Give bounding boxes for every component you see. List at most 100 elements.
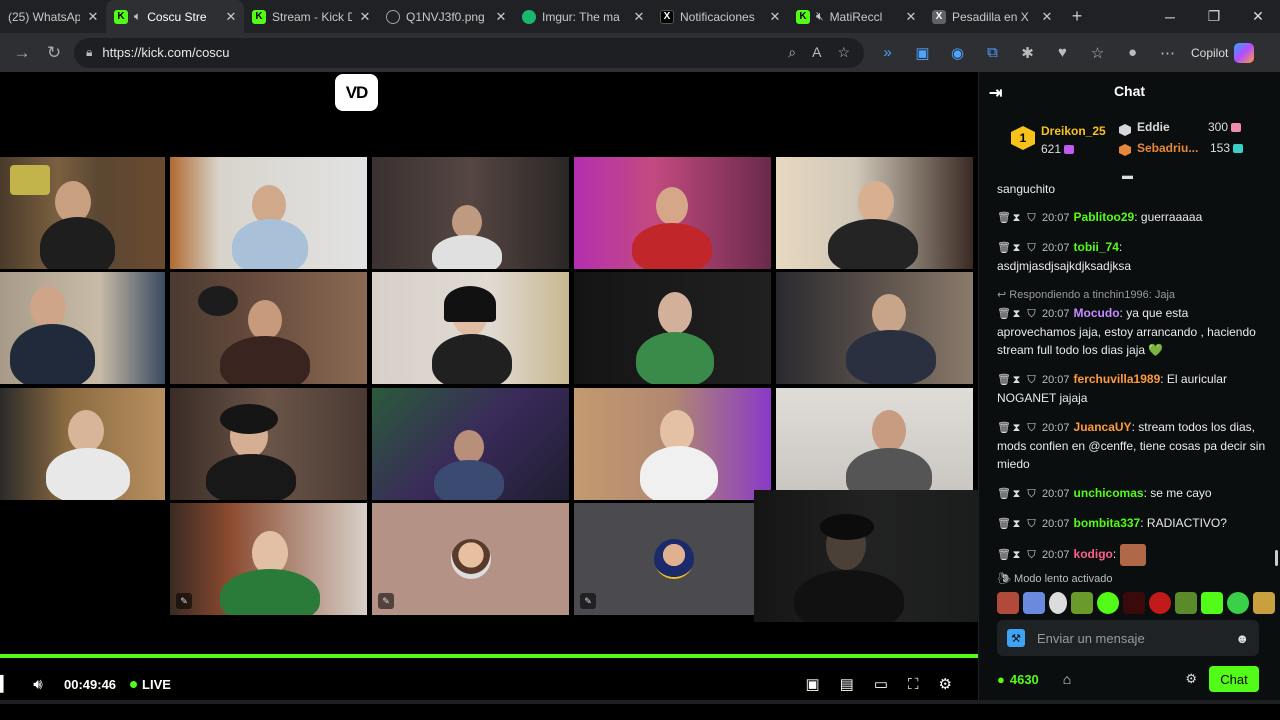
puzzle-icon[interactable]: ✱ — [1010, 44, 1045, 62]
ban-shield-icon[interactable]: ⛉ — [1027, 305, 1036, 323]
ban-shield-icon[interactable]: ⛉ — [1027, 239, 1036, 257]
store-icon[interactable]: ⌂ — [1063, 671, 1071, 687]
ban-shield-icon[interactable]: ⛉ — [1027, 546, 1036, 564]
fullscreen-icon[interactable]: ⛶ — [908, 676, 919, 693]
collapse-chat-icon[interactable]: ⇥ — [989, 83, 1002, 103]
tab-pesadilla[interactable]: X Pesadilla en X ✕ — [924, 0, 1060, 33]
ban-shield-icon[interactable]: ⛉ — [1027, 419, 1036, 437]
username[interactable]: JuancaUY — [1074, 420, 1132, 434]
favorite-star-icon[interactable]: ☆ — [837, 44, 850, 61]
extension-icon[interactable]: » — [870, 44, 905, 62]
tab-stream-kick[interactable]: K Stream - Kick D ✕ — [244, 0, 378, 33]
tab-whatsapp[interactable]: (25) WhatsApp ✕ — [0, 0, 106, 33]
gifter-name[interactable]: Eddie — [1137, 120, 1170, 134]
timeout-icon[interactable]: ⧗ — [1012, 546, 1021, 564]
emote-icon[interactable] — [1049, 592, 1067, 614]
timeout-icon[interactable]: ⧗ — [1012, 485, 1021, 503]
lock-icon[interactable]: 🔒︎ — [86, 45, 92, 60]
delete-icon[interactable]: 🗑︎ — [997, 371, 1011, 389]
emote-icon[interactable] — [1227, 592, 1249, 614]
send-chat-button[interactable]: Chat — [1209, 666, 1259, 692]
emote-icon[interactable] — [1201, 592, 1223, 614]
timeout-icon[interactable]: ⧗ — [1012, 419, 1021, 437]
close-window-icon[interactable]: ✕ — [1236, 0, 1280, 33]
ban-shield-icon[interactable]: ⛉ — [1027, 485, 1036, 503]
pinned-tool-icon[interactable]: ⚒ — [1007, 629, 1025, 647]
close-icon[interactable]: ✕ — [224, 9, 238, 25]
minimize-icon[interactable]: ─ — [1148, 0, 1192, 33]
gifter-name[interactable]: Sebadriu... — [1137, 141, 1198, 155]
emote-icon[interactable] — [1253, 592, 1275, 614]
muted-speaker-icon[interactable]: 🔇︎ — [816, 9, 824, 24]
reply-context[interactable]: ↩︎ Respondiendo a tinchin1996: Jaja — [997, 286, 1267, 304]
ban-shield-icon[interactable]: ⛉ — [1027, 371, 1036, 389]
emote-icon[interactable] — [1097, 592, 1119, 614]
emote-icon[interactable] — [1023, 592, 1045, 614]
gifter-name[interactable]: Dreikon_25 — [1041, 124, 1106, 138]
delete-icon[interactable]: 🗑︎ — [997, 546, 1011, 564]
timeout-icon[interactable]: ⧗ — [1012, 209, 1021, 227]
volume-icon[interactable]: 🔊︎ — [28, 676, 48, 693]
read-aloud-icon[interactable]: A — [812, 44, 821, 61]
tab-coscu[interactable]: K 🔈︎ Coscu Stre ✕ — [106, 0, 244, 33]
favorites-icon[interactable]: ☆ — [1080, 44, 1115, 62]
zoom-icon[interactable]: ⌕ — [788, 44, 796, 61]
timeout-icon[interactable]: ⧗ — [1012, 305, 1021, 323]
emote-icon[interactable] — [1071, 592, 1093, 614]
profile-icon[interactable]: ● — [1115, 44, 1150, 62]
channel-points[interactable]: ● 4630 — [997, 672, 1039, 687]
emote-icon[interactable] — [1175, 592, 1197, 614]
tab-imgur[interactable]: Imgur: The ma ✕ — [514, 0, 652, 33]
username[interactable]: ferchuvilla1989 — [1074, 372, 1161, 386]
delete-icon[interactable]: 🗑︎ — [997, 515, 1011, 533]
timeout-icon[interactable]: ⧗ — [1012, 371, 1021, 389]
timeout-icon[interactable]: ⧗ — [1012, 515, 1021, 533]
extension-icon[interactable]: ◉ — [940, 44, 975, 62]
video-player[interactable]: VD ✎ ✎ ✎ ▍ 🔊︎ 00:49:46 LIVE ▣ ▤ ▭ ⛶ ⚙ — [0, 72, 986, 700]
tab-matirecc[interactable]: K 🔇︎ MatiReccl ✕ — [788, 0, 924, 33]
tab-notificaciones[interactable]: X Notificaciones ✕ — [652, 0, 788, 33]
pip-icon[interactable]: ▣ — [805, 675, 819, 693]
speaker-icon[interactable]: 🔈︎ — [134, 9, 141, 24]
close-icon[interactable]: ✕ — [632, 9, 646, 25]
delete-icon[interactable]: 🗑︎ — [997, 239, 1011, 257]
delete-icon[interactable]: 🗑︎ — [997, 305, 1011, 323]
ban-shield-icon[interactable]: ⛉ — [1027, 209, 1036, 227]
emote-icon[interactable] — [1123, 592, 1145, 614]
emote-icon[interactable] — [1149, 592, 1171, 614]
refresh-icon[interactable]: ↻ — [38, 37, 70, 69]
close-icon[interactable]: ✕ — [768, 9, 782, 25]
settings-gear-icon[interactable]: ⚙ — [939, 675, 952, 693]
extension-icon[interactable]: ⧉ — [975, 44, 1010, 62]
wide-mode-icon[interactable]: ▭ — [874, 675, 888, 693]
chat-settings-icon[interactable]: ⚙ — [1185, 671, 1197, 687]
delete-icon[interactable]: 🗑︎ — [997, 485, 1011, 503]
ban-shield-icon[interactable]: ⛉ — [1027, 515, 1036, 533]
progress-bar[interactable] — [0, 654, 978, 658]
emoji-picker-icon[interactable]: ☻ — [1235, 631, 1249, 646]
username[interactable]: unchicomas — [1074, 486, 1144, 500]
close-icon[interactable]: ✕ — [904, 9, 918, 25]
copilot-button[interactable]: Copilot — [1191, 42, 1255, 63]
username[interactable]: tobii_74 — [1074, 240, 1119, 254]
username[interactable]: Mocudo — [1074, 306, 1120, 320]
extension-icon[interactable]: ▣ — [905, 44, 940, 62]
emote-icon[interactable] — [997, 592, 1019, 614]
more-menu-icon[interactable]: ⋯ — [1150, 44, 1185, 62]
tab-image[interactable]: Q1NVJ3f0.png ✕ — [378, 0, 514, 33]
delete-icon[interactable]: 🗑︎ — [997, 209, 1011, 227]
new-tab-button[interactable]: + — [1060, 6, 1094, 27]
delete-icon[interactable]: 🗑︎ — [997, 419, 1011, 437]
restore-icon[interactable]: ❐ — [1192, 0, 1236, 33]
chat-message-input[interactable]: ⚒ Enviar un mensaje ☻ — [997, 620, 1259, 656]
close-icon[interactable]: ✕ — [494, 9, 508, 25]
forward-icon[interactable]: → — [6, 37, 38, 69]
username[interactable]: kodigo — [1074, 547, 1113, 561]
username[interactable]: Pablitoo29 — [1074, 210, 1135, 224]
pause-icon[interactable]: ▍ — [0, 675, 11, 693]
chat-scrollbar[interactable] — [1275, 550, 1278, 566]
performance-icon[interactable]: ♥ — [1045, 44, 1080, 62]
close-icon[interactable]: ✕ — [358, 9, 372, 25]
url-bar[interactable]: 🔒︎ https://kick.com/coscu ⌕ A ☆ — [74, 37, 864, 68]
close-icon[interactable]: ✕ — [1040, 9, 1054, 25]
